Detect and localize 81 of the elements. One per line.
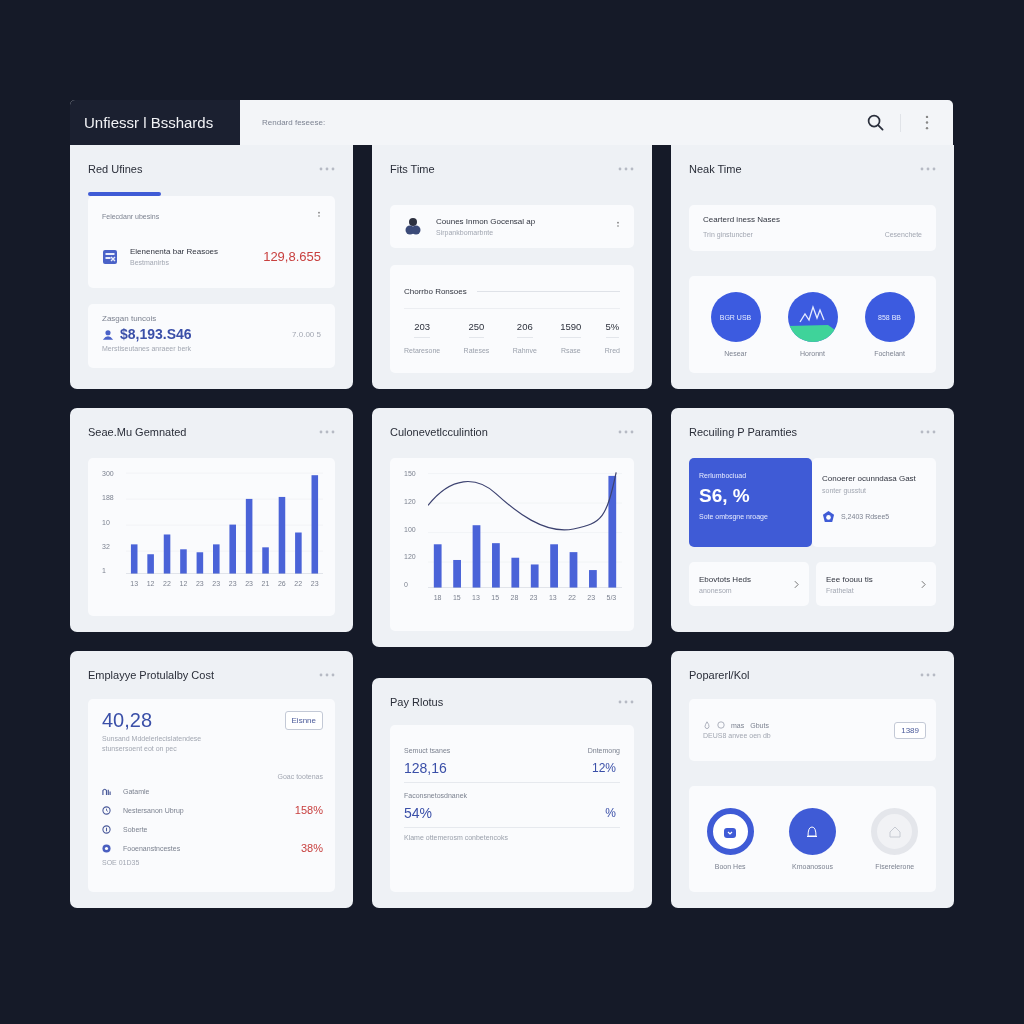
chart-bar	[472, 525, 481, 588]
link-title: Ebovtots Heds	[699, 574, 752, 584]
action-button[interactable]: Eisnne	[284, 711, 323, 730]
chevron-icon	[794, 579, 799, 589]
search-icon[interactable]	[867, 114, 884, 131]
balance-side: 7.0.00 5	[292, 329, 321, 339]
chart-bar	[163, 534, 171, 574]
card-title: Neak Time	[689, 163, 742, 175]
cost-value: 40,28	[102, 709, 153, 732]
chart-bar	[213, 544, 220, 574]
avatar-icon	[404, 217, 422, 236]
balance-label: Zasgan tuncois	[102, 314, 158, 323]
home-icon	[887, 824, 902, 839]
menu-icon[interactable]	[925, 115, 929, 130]
round-button[interactable]	[789, 808, 836, 855]
chart-bar	[295, 532, 302, 574]
search-field[interactable]: Rendard feseese:	[240, 117, 867, 128]
more-icon[interactable]	[319, 673, 335, 677]
card-title: Pay Rlotus	[390, 696, 444, 708]
card-title: Recuiling P Paramties	[689, 426, 797, 438]
document-icon	[102, 248, 118, 265]
chevron-icon	[921, 579, 926, 589]
stat-value: 1590	[560, 320, 582, 338]
chart-bar	[196, 552, 204, 574]
info-icon	[102, 824, 111, 834]
dot-icon	[102, 843, 111, 853]
stat-value: 250	[468, 320, 485, 338]
stat-value: 5%	[605, 320, 620, 338]
chart-bar	[511, 557, 520, 588]
item-title: Elenenenta bar Reasoes	[130, 247, 219, 256]
card-title: Fits Time	[390, 163, 435, 175]
row-value: 158%	[294, 804, 323, 816]
row-value: 38%	[300, 842, 323, 854]
chart-bar	[550, 544, 558, 588]
card-title: Emplayye Protulalby Cost	[88, 669, 214, 681]
chart-bar	[569, 552, 578, 588]
card-title: Red Ufines	[88, 163, 143, 175]
more-icon[interactable]	[920, 673, 936, 677]
stat-value: 203	[414, 320, 431, 338]
more-icon[interactable]	[319, 167, 335, 171]
pay-value: 128,16	[404, 760, 447, 776]
chart-bar	[262, 547, 269, 574]
more-icon[interactable]	[618, 430, 634, 434]
pay-value: 54%	[404, 805, 433, 821]
chart-bar	[130, 544, 138, 574]
more-icon[interactable]	[920, 167, 936, 171]
person-icon	[102, 328, 114, 340]
contact-name: Counes Inmon Gocensal ap	[436, 216, 536, 226]
chart-bar	[433, 544, 442, 588]
more-icon[interactable]	[618, 167, 634, 171]
pay-percent: %	[605, 806, 616, 820]
balance-value: $8,193.S46	[120, 326, 192, 342]
chart-bar	[147, 554, 154, 574]
chart-icon	[102, 786, 111, 796]
pay-percent: 12%	[591, 761, 616, 775]
pentagon-icon	[822, 510, 835, 523]
card-title: Poparerl/Kol	[689, 669, 750, 681]
chart-bar	[589, 570, 597, 588]
round-button[interactable]	[706, 808, 754, 855]
card-title: Culonevetlcculintion	[390, 426, 488, 438]
stat-value: 206	[516, 320, 533, 338]
chart-bar	[180, 549, 187, 574]
card-title: Seae.Mu Gemnated	[88, 426, 187, 438]
chart-bar	[492, 543, 500, 588]
detail-title: Conoerer ocunndasa Gast	[822, 474, 917, 483]
item-value: 129,8.655	[263, 249, 321, 264]
bell-icon	[805, 824, 820, 839]
action-button[interactable]: 1389	[894, 721, 926, 739]
highlight-value: S6, %	[699, 485, 751, 507]
info-title: Cearterd iness Nases	[703, 215, 781, 224]
chart-bar	[453, 560, 461, 588]
chart-bar	[229, 524, 236, 574]
more-icon[interactable]	[618, 700, 634, 704]
link-title: Eee foouu tis	[826, 574, 873, 584]
wave-chart-icon	[787, 292, 838, 342]
more-icon[interactable]	[319, 430, 335, 434]
flame-icon	[703, 721, 711, 729]
stats-title: Chorrbo Ronsoes	[404, 286, 467, 296]
more-icon[interactable]	[920, 430, 936, 434]
app-title: Unfiessr l Bsshards	[70, 100, 240, 145]
chart-bar	[530, 564, 539, 588]
